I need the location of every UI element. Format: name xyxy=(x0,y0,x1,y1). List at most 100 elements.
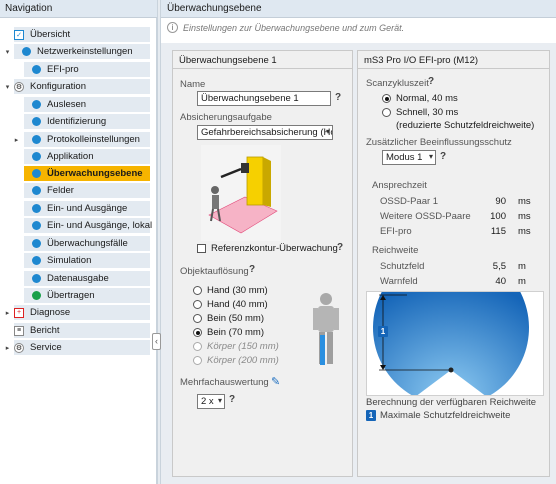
nav-item-uebersicht[interactable]: ✓ Übersicht xyxy=(14,27,150,43)
nav-item-ein-ausgaenge-lokal[interactable]: Ein- und Ausgänge, lokal xyxy=(24,218,153,234)
nav-item-felder[interactable]: Felder xyxy=(24,183,150,199)
expand-triangle-icon[interactable]: ▸ xyxy=(12,135,21,144)
nav-item-efi-pro[interactable]: EFI-pro xyxy=(24,62,150,78)
panel-title: Überwachungsebene 1 xyxy=(173,51,352,69)
help-icon[interactable]: ? xyxy=(229,394,239,407)
radio-circle xyxy=(193,342,202,351)
nav-item-identifizierung[interactable]: Identifizierung xyxy=(24,114,150,130)
collapse-triangle-icon[interactable]: ▾ xyxy=(3,82,12,91)
response-row-unit: ms xyxy=(518,196,531,207)
help-icon[interactable]: ? xyxy=(428,76,438,89)
help-icon[interactable]: ? xyxy=(337,242,347,255)
nav-item-protokoll[interactable]: Protokolleinstellungen xyxy=(24,132,150,148)
status-dot-icon xyxy=(32,100,41,109)
resolution-option[interactable]: Bein (50 mm) xyxy=(193,313,264,324)
protection-select[interactable]: Modus 1 ▾ xyxy=(382,150,436,165)
option-label: Körper (200 mm) xyxy=(207,355,279,366)
task-select[interactable]: Gefahrbereichsabsicherung (Ho ▾ xyxy=(197,125,333,140)
service-icon: ⚙ xyxy=(14,342,24,353)
nav-item-uebertragen[interactable]: Übertragen xyxy=(24,288,150,304)
contour-label: Referenzkontur-Überwachung xyxy=(211,243,338,254)
radio-circle xyxy=(193,300,202,309)
range-row-unit: m xyxy=(518,276,526,287)
response-time-label: Ansprechzeit xyxy=(372,180,427,191)
nav-item-label: Auslesen xyxy=(47,99,87,110)
resolution-option[interactable]: Körper (150 mm) xyxy=(193,341,279,352)
resolution-option[interactable]: Körper (200 mm) xyxy=(193,355,279,366)
multi-eval-select[interactable]: 2 x ▾ xyxy=(197,394,225,409)
monitoring-plane-panel: Überwachungsebene 1 Name Überwachungsebe… xyxy=(172,50,353,477)
range-note: Berechnung der verfügbaren Reichweite xyxy=(366,397,537,408)
scan-cycle-label: Scanzykluszeit xyxy=(366,78,429,89)
option-label: Normal, 40 ms xyxy=(396,93,458,104)
collapse-triangle-icon[interactable]: ▾ xyxy=(3,47,12,56)
nav-item-auslesen[interactable]: Auslesen xyxy=(24,97,150,113)
overview-icon: ✓ xyxy=(14,29,24,40)
radio-circle xyxy=(382,94,391,103)
range-diagram: 1 xyxy=(366,291,544,396)
nav-item-ueberwachungsfaelle[interactable]: Überwachungsfälle xyxy=(24,236,150,252)
nav-item-datenausgabe[interactable]: Datenausgabe xyxy=(24,271,150,287)
nav-item-label: Applikation xyxy=(47,151,94,162)
response-row-unit: ms xyxy=(518,226,531,237)
protective-field-shape xyxy=(373,292,529,395)
protection-label: Zusätzlicher Beeinflussungsschutz xyxy=(366,137,512,148)
info-icon: i xyxy=(167,22,178,33)
nav-item-ein-ausgaenge[interactable]: Ein- und Ausgänge xyxy=(24,201,150,217)
legend-marker: 1 xyxy=(366,410,376,421)
collapse-pane-button[interactable]: ‹ xyxy=(152,333,161,350)
status-dot-icon xyxy=(32,117,41,126)
page-title: Überwachungsebene xyxy=(161,0,556,18)
resolution-option[interactable]: Bein (70 mm) xyxy=(193,327,264,338)
nav-item-ueberwachungsebene[interactable]: Überwachungsebene xyxy=(24,166,150,182)
nav-item-label: Ein- und Ausgänge, lokal xyxy=(47,220,153,231)
radio-circle xyxy=(193,328,202,337)
status-dot-icon xyxy=(32,152,41,161)
radio-circle xyxy=(193,286,202,295)
nav-item-label: Datenausgabe xyxy=(47,273,109,284)
nav-item-service[interactable]: ⚙ Service xyxy=(14,340,150,356)
option-label: Bein (50 mm) xyxy=(207,313,265,324)
person-figure-illustration xyxy=(313,293,339,365)
panel-title: mS3 Pro I/O EFI-pro (M12) xyxy=(358,51,549,69)
name-input[interactable]: Überwachungsebene 1 xyxy=(197,91,331,106)
multi-eval-value: 2 x xyxy=(201,396,214,407)
status-dot-icon xyxy=(32,186,41,195)
task-label: Absicherungsaufgabe xyxy=(180,112,272,123)
nav-item-applikation[interactable]: Applikation xyxy=(24,149,150,165)
status-dot-icon xyxy=(32,135,41,144)
scan-option-fast[interactable]: Schnell, 30 ms xyxy=(382,107,458,118)
nav-item-label: Protokolleinstellungen xyxy=(47,134,140,145)
nav-item-diagnose[interactable]: + Diagnose xyxy=(14,305,150,321)
help-icon[interactable]: ? xyxy=(249,264,259,277)
range-label: Reichweite xyxy=(372,245,419,256)
nav-item-configuration[interactable]: ⚙ Konfiguration xyxy=(14,79,150,95)
option-label: Hand (30 mm) xyxy=(207,285,268,296)
nav-item-network[interactable]: Netzwerkeinstellungen xyxy=(14,44,150,60)
help-icon[interactable]: ? xyxy=(440,151,450,164)
info-text: Einstellungen zur Überwachungsebene und … xyxy=(183,22,405,33)
resolution-option[interactable]: Hand (40 mm) xyxy=(193,299,268,310)
resolution-label: Objektauflösung xyxy=(180,266,249,277)
response-row-label: Weitere OSSD-Paare xyxy=(380,211,471,222)
help-icon[interactable]: ? xyxy=(335,92,345,105)
resolution-option[interactable]: Hand (30 mm) xyxy=(193,285,268,296)
status-dot-icon xyxy=(32,221,41,230)
contour-checkbox[interactable] xyxy=(197,244,206,253)
range-row-value: 5,5 xyxy=(492,261,506,272)
gear-icon: ⚙ xyxy=(14,81,24,92)
expand-triangle-icon[interactable]: ▸ xyxy=(3,343,12,352)
status-ok-icon xyxy=(32,291,41,300)
edit-pencil-icon[interactable]: ✎ xyxy=(271,375,280,388)
nav-item-label: Übertragen xyxy=(47,290,95,301)
nav-item-bericht[interactable]: ≡ Bericht xyxy=(14,323,150,339)
status-dot-icon xyxy=(32,204,41,213)
nav-item-label: Diagnose xyxy=(30,307,71,318)
nav-item-simulation[interactable]: Simulation xyxy=(24,253,150,269)
chevron-down-icon: ▾ xyxy=(428,152,433,161)
scan-option-normal[interactable]: Normal, 40 ms xyxy=(382,93,458,104)
expand-triangle-icon[interactable]: ▸ xyxy=(3,308,12,317)
nav-item-label: Felder xyxy=(47,185,74,196)
diagnosis-icon: + xyxy=(14,307,24,318)
range-row-unit: m xyxy=(518,261,526,272)
